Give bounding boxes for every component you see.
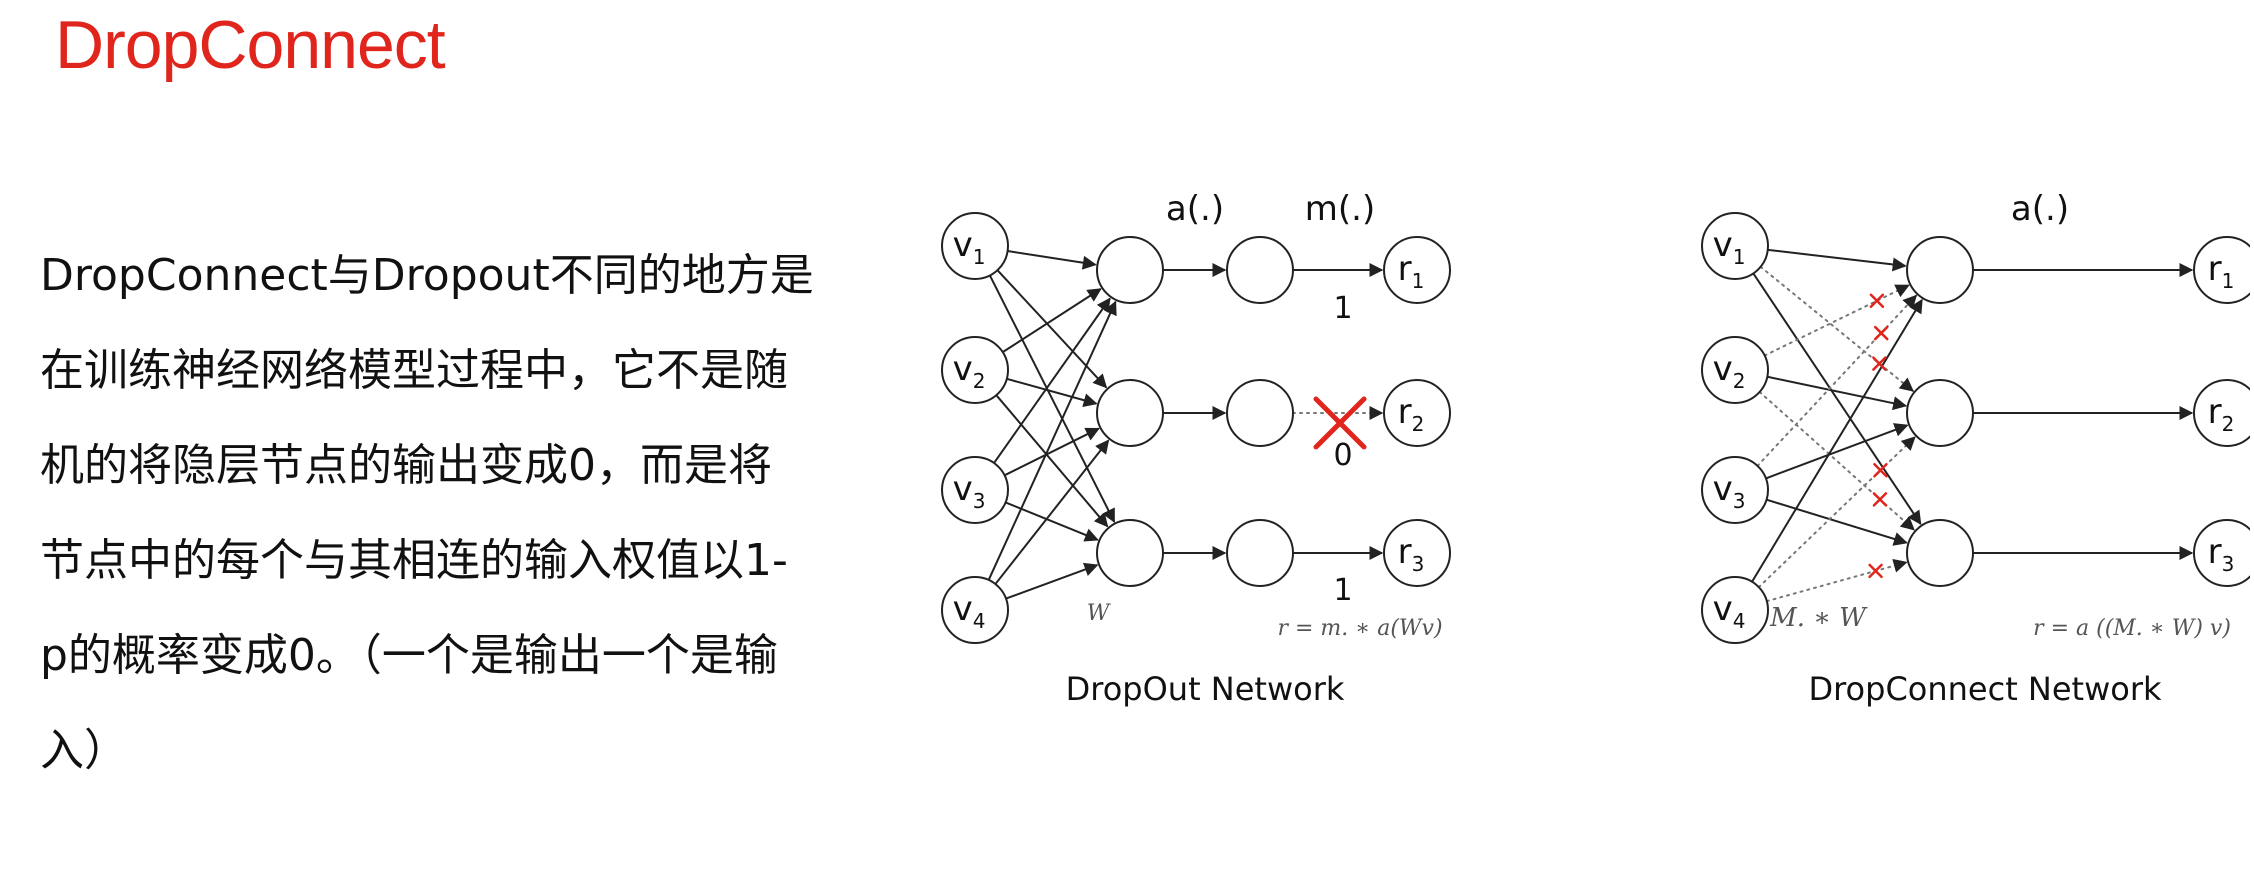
dropconnect-weight-edge-4-3 (1765, 559, 1908, 603)
dropconnect-hidden-node-3 (1906, 519, 1974, 587)
dropout-weight-edge-4-3 (1005, 562, 1099, 600)
dropout-activation-label: a(.) (1166, 189, 1224, 229)
dropout-activation-node-1 (1226, 236, 1294, 304)
dropout-weight-label: W (1087, 601, 1112, 626)
dropconnect-weight-edge-1-3 (1752, 272, 1922, 526)
dropout-weight-edge-2-3 (995, 394, 1109, 528)
dropout-mask-value-2: 0 (1333, 438, 1352, 473)
dropout-mask-value-1: 1 (1333, 291, 1352, 326)
description-line-2: 在训练神经网络模型过程中，它不是随 (40, 345, 788, 396)
dropout-formula: r = m. ∗ a(Wv) (1277, 616, 1442, 641)
dropconnect-drop-mark-3-1 (1873, 325, 1889, 341)
dropout-weight-edge-1-1 (1007, 250, 1097, 270)
dropout-hidden-node-3 (1096, 519, 1164, 587)
description-line-1: DropConnect与Dropout不同的地方是 (40, 250, 814, 301)
dropconnect-weight-edge-1-2 (1759, 265, 1914, 392)
description-line-6: 入） (40, 725, 128, 776)
description-text: DropConnect与Dropout不同的地方是 在训练神经网络模型过程中，它… (40, 228, 920, 798)
dropout-activation-node-2 (1226, 379, 1294, 447)
description-line-5: p的概率变成0。（一个是输出一个是输 (40, 630, 778, 681)
dropout-weight-edge-3-3 (1005, 501, 1099, 542)
dropout-mask-label: m(.) (1305, 189, 1375, 229)
dropconnect-drop-mark-2-3 (1872, 492, 1888, 507)
dropout-hidden-node-2 (1096, 379, 1164, 447)
dropconnect-caption: DropConnect Network (1808, 670, 2162, 708)
dropout-mask-value-3: 1 (1333, 573, 1352, 608)
dropconnect-drop-mark-4-3 (1868, 563, 1883, 579)
dropconnect-weight-edge-2-1 (1763, 284, 1910, 357)
dropconnect-weight-edge-2-2 (1767, 375, 1908, 411)
dropout-weight-edge-3-2 (1004, 427, 1100, 477)
dropout-activation-node-3 (1226, 519, 1294, 587)
dropout-network-panel: v1v2v3v4r1r2r3 a(.) m(.)101Wr = m. ∗ a(Wv… (941, 189, 1451, 708)
dropconnect-network-panel: v1v2v3v4r1r2r3 a(.)M. ∗ Wr = a ((M. ∗ W)… (1701, 189, 2250, 708)
dropconnect-weight-edge-4-2 (1757, 436, 1916, 589)
dropout-weight-edge-4-1 (987, 300, 1117, 581)
description-line-3: 机的将隐层节点的输出变成0，而是将 (40, 440, 772, 491)
dropconnect-activation-label: a(.) (2011, 189, 2069, 229)
dropconnect-hidden-node-2 (1906, 379, 1974, 447)
description-line-4: 节点中的每个与其相连的输入权值以1- (40, 535, 788, 586)
dropconnect-formula: r = a ((M. ∗ W) v) (2033, 616, 2231, 641)
network-diagram: v1v2v3v4r1r2r3 a(.) m(.)101Wr = m. ∗ a(Wv… (941, 189, 2250, 708)
dropconnect-weight-label: M. ∗ W (1769, 603, 1868, 633)
dropout-weight-edge-1-2 (996, 269, 1108, 389)
slide-title: DropConnect (55, 7, 446, 83)
dropout-weight-edge-2-1 (1002, 288, 1102, 353)
dropout-caption: DropOut Network (1066, 670, 1345, 708)
dropconnect-weight-edge-1-1 (1767, 248, 1907, 272)
dropconnect-drop-mark-2-1 (1869, 293, 1885, 309)
dropconnect-hidden-node-1 (1906, 236, 1974, 304)
dropout-hidden-node-1 (1096, 236, 1164, 304)
